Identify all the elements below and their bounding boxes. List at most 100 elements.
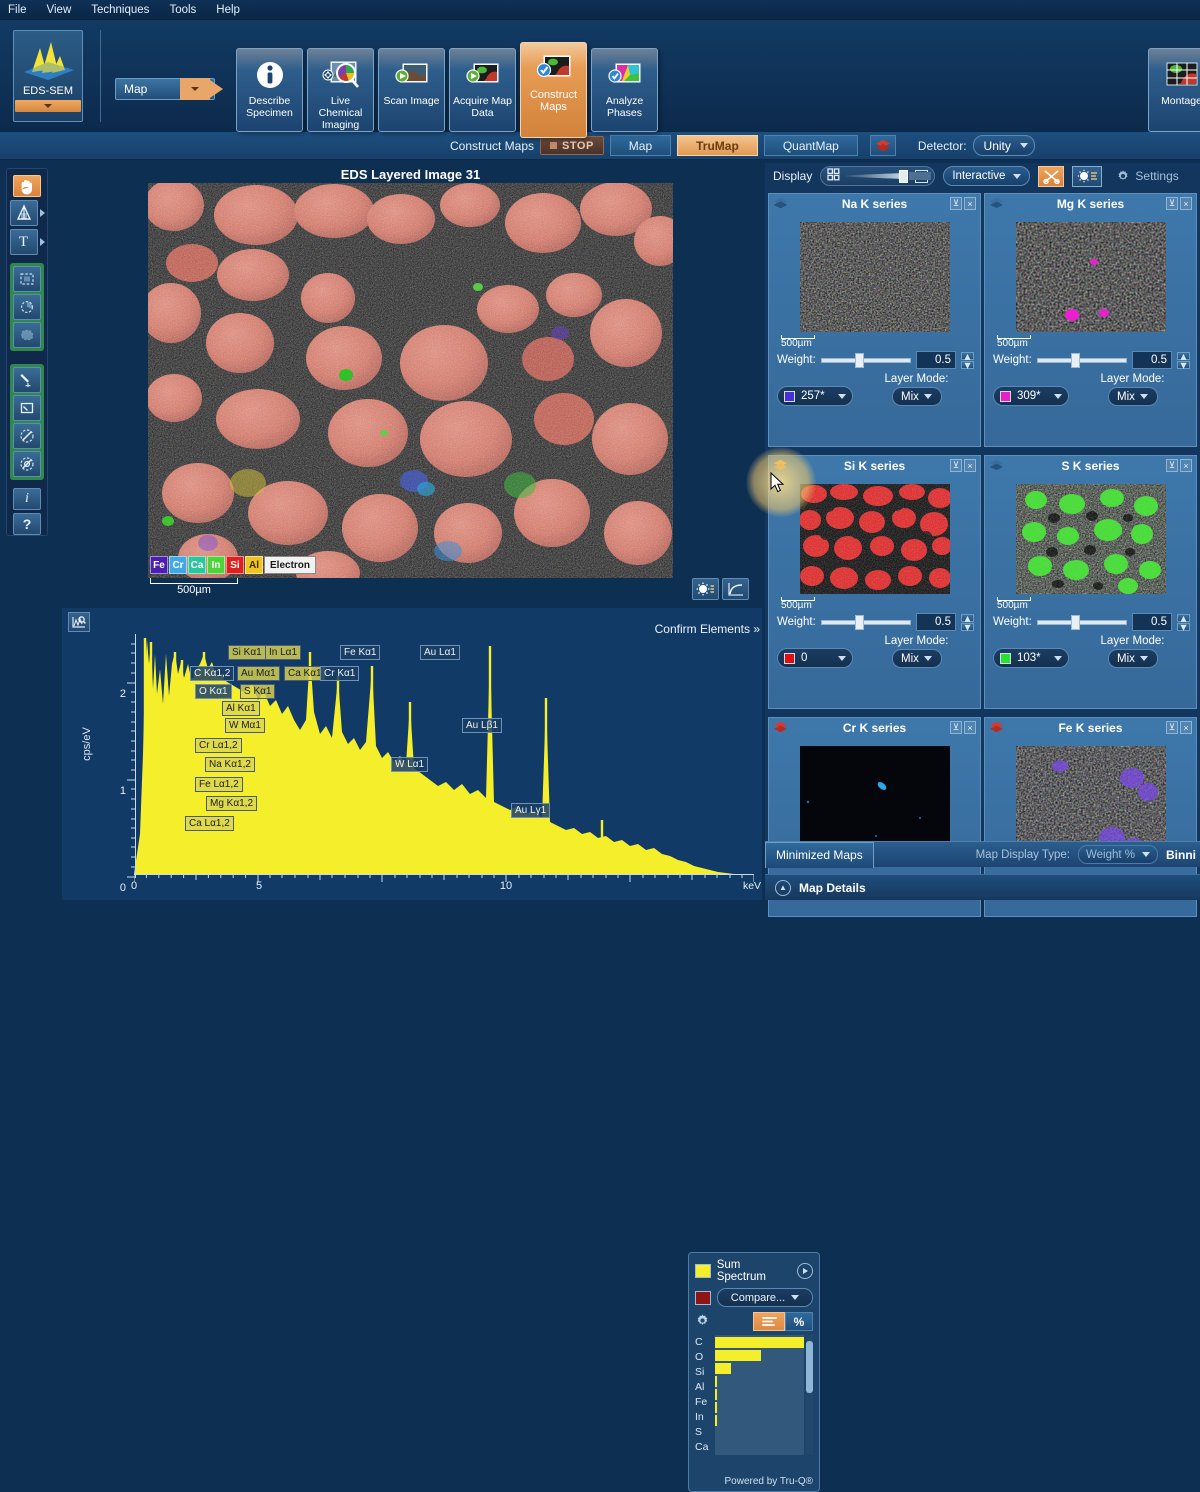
expand-up-icon[interactable]: ▲ [775, 880, 791, 896]
menu-item-file[interactable]: File [8, 4, 27, 16]
slider-track[interactable] [845, 171, 910, 181]
bar-list-toggle[interactable] [753, 1312, 785, 1331]
weight-spinner[interactable]: ▴▾ [961, 352, 974, 369]
weight-value[interactable]: 0.5 [916, 351, 956, 369]
layer-mode-select[interactable]: Mix [892, 387, 942, 406]
layers-icon[interactable] [773, 197, 788, 213]
weight-spinner[interactable]: ▴▾ [961, 614, 974, 631]
region-select-tool[interactable] [13, 266, 41, 292]
layers-icon[interactable] [773, 721, 788, 737]
map-color-select[interactable]: 309* [993, 386, 1069, 406]
menu-item-techniques[interactable]: Techniques [91, 4, 149, 16]
slider-knob[interactable] [899, 170, 908, 183]
minimize-icon[interactable]: ⊻ [1166, 721, 1178, 734]
element-chip-in[interactable]: In [207, 556, 225, 574]
menu-item-help[interactable]: Help [216, 4, 240, 16]
scissors-button[interactable] [1038, 166, 1064, 187]
element-chip-ca[interactable]: Ca [188, 556, 206, 574]
main-layered-image[interactable] [148, 183, 673, 578]
spectrum-zoom-button[interactable] [68, 612, 90, 632]
workflow-construct-maps[interactable]: ConstructMaps [520, 42, 587, 138]
minimize-icon[interactable]: ⊻ [950, 459, 962, 472]
map-color-select[interactable]: 103* [993, 648, 1069, 668]
weight-slider[interactable] [1037, 615, 1127, 629]
minimize-icon[interactable]: ⊻ [1166, 197, 1178, 210]
layers-icon[interactable] [989, 721, 1004, 737]
map-card-mg-k-series[interactable]: Mg K series ⊻ × 500µm Weight: 0.5 [984, 193, 1197, 447]
map-thumbnail[interactable] [1016, 746, 1166, 856]
tab-map[interactable]: Map [610, 135, 671, 156]
clear-points-tool[interactable] [13, 423, 41, 449]
layer-mode-select[interactable]: Mix [892, 649, 942, 668]
grid-view-icon[interactable] [827, 168, 840, 184]
map-thumbnail[interactable] [1016, 484, 1166, 594]
measure-tool-flyout-icon[interactable] [40, 209, 45, 217]
workflow-scan-image[interactable]: Scan Image [378, 48, 445, 132]
play-icon[interactable] [797, 1263, 813, 1279]
interactive-mode-select[interactable]: Interactive [943, 166, 1030, 186]
menu-item-tools[interactable]: Tools [169, 4, 196, 16]
stop-button[interactable]: STOP [540, 136, 604, 155]
mode-selector-dropdown[interactable] [180, 78, 210, 100]
weight-value[interactable]: 0.5 [1132, 351, 1172, 369]
spectrum-settings-gear[interactable] [695, 1313, 710, 1331]
map-display-type-select[interactable]: Weight % [1078, 845, 1158, 864]
weight-slider[interactable] [821, 353, 911, 367]
map-color-select[interactable]: 0 [777, 648, 853, 668]
close-icon[interactable]: × [964, 459, 976, 472]
clear-areas-tool[interactable] [13, 451, 41, 477]
scrollbar-thumb[interactable] [806, 1341, 813, 1393]
map-color-select[interactable]: 257* [777, 386, 853, 406]
weight-slider[interactable] [1037, 353, 1127, 367]
close-icon[interactable]: × [964, 197, 976, 210]
element-chip-fe[interactable]: Fe [150, 556, 168, 574]
tab-trumap[interactable]: TruMap [677, 135, 758, 156]
element-chip-electron[interactable]: Electron [264, 556, 316, 574]
workflow-analyze-phases[interactable]: AnalyzePhases [591, 48, 658, 132]
layer-mode-select[interactable]: Mix [1108, 649, 1158, 668]
map-thumbnail[interactable] [800, 484, 950, 594]
map-details-bar[interactable]: ▲ Map Details [765, 874, 1200, 900]
gamma-curve-button[interactable] [722, 578, 749, 600]
map-thumbnail[interactable] [800, 222, 950, 332]
close-icon[interactable]: × [1180, 459, 1192, 472]
menu-item-view[interactable]: View [47, 4, 72, 16]
brightness-contrast-button[interactable] [692, 578, 719, 600]
text-tool-flyout-icon[interactable] [40, 238, 45, 246]
close-icon[interactable]: × [1180, 197, 1192, 210]
map-brightness-button[interactable] [1072, 166, 1102, 187]
legend-sum-spectrum-row[interactable]: Sum Spectrum [695, 1259, 813, 1283]
settings-button[interactable]: Settings [1116, 169, 1178, 183]
element-chip-cr[interactable]: Cr [169, 556, 187, 574]
weight-value[interactable]: 0.5 [1132, 613, 1172, 631]
weight-slider[interactable] [821, 615, 911, 629]
technique-button[interactable]: EDS-SEM [13, 30, 83, 122]
weight-spinner[interactable]: ▴▾ [1177, 614, 1190, 631]
compare-button[interactable]: Compare... [717, 1288, 813, 1307]
workflow-describe-specimen[interactable]: DescribeSpecimen [236, 48, 303, 132]
minimize-icon[interactable]: ⊻ [950, 197, 962, 210]
percent-toggle[interactable]: % [785, 1312, 813, 1331]
minimized-maps-tab[interactable]: Minimized Maps [765, 842, 874, 868]
region-pie-tool[interactable] [13, 294, 41, 320]
workflow-acquire-map-data[interactable]: Acquire MapData [449, 48, 516, 132]
area-analysis-tool[interactable] [13, 395, 41, 421]
pan-hand-tool[interactable] [13, 175, 41, 197]
text-tool[interactable]: T [10, 229, 38, 255]
info-tool[interactable]: i [13, 488, 41, 510]
montage-button[interactable]: Montage [1148, 48, 1200, 132]
map-card-na-k-series[interactable]: Na K series ⊻ × 500µm Weight: 0.5 ▴▾ [768, 193, 981, 447]
weight-value[interactable]: 0.5 [916, 613, 956, 631]
element-chip-si[interactable]: Si [226, 556, 244, 574]
close-icon[interactable]: × [1180, 721, 1192, 734]
layers-icon[interactable] [989, 197, 1004, 213]
close-icon[interactable]: × [964, 721, 976, 734]
weight-spinner[interactable]: ▴▾ [1177, 352, 1190, 369]
measure-tool[interactable] [10, 200, 38, 226]
legend-compare-row[interactable]: Compare... [695, 1288, 813, 1307]
technique-dropdown[interactable] [15, 100, 81, 112]
map-thumbnail[interactable] [800, 746, 950, 856]
display-size-slider[interactable] [820, 166, 935, 186]
workflow-live-chemical-imaging[interactable]: Live ChemicalImaging [307, 48, 374, 132]
composition-scrollbar[interactable] [806, 1335, 813, 1455]
